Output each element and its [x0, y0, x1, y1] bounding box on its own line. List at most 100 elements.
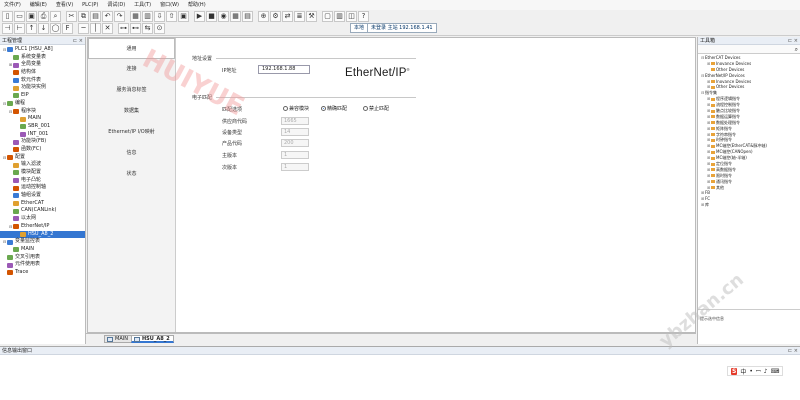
tree-item[interactable]: EtherCAT	[0, 200, 85, 208]
tree-item[interactable]: MAIN	[0, 115, 85, 123]
tree-item[interactable]: ⊟ 变量监控表	[0, 238, 85, 246]
contact-p-icon[interactable]: ↑	[26, 23, 37, 34]
download-icon[interactable]: ⇩	[154, 11, 165, 22]
menu-window[interactable]: 窗口(W)	[160, 0, 179, 10]
search-icon[interactable]: ⌕	[795, 46, 798, 54]
config-nav-item[interactable]: 状态	[88, 164, 175, 185]
ime-logo-icon[interactable]: S	[731, 367, 738, 375]
radio-compatible[interactable]: 兼容模块	[283, 105, 309, 112]
tree-item[interactable]: 运动控制轴	[0, 184, 85, 192]
tab-hsu-a8-2[interactable]: HSU_A8_2	[131, 335, 174, 343]
ime-punct-icon[interactable]: •	[749, 368, 753, 375]
tree-item[interactable]: Trace	[0, 269, 85, 277]
mode-indicator[interactable]: 本地	[350, 23, 369, 33]
tree-item[interactable]: EIP	[0, 92, 85, 100]
online-icon[interactable]: ⊶	[118, 23, 129, 34]
tree-item[interactable]: SBR_001	[0, 123, 85, 131]
cross-ref-icon[interactable]: ⇄	[282, 11, 293, 22]
tree-item[interactable]: CAN(CANLink)	[0, 207, 85, 215]
paste-icon[interactable]: ▤	[90, 11, 101, 22]
build-icon[interactable]: ▥	[142, 11, 153, 22]
delete-line-icon[interactable]: ✕	[102, 23, 113, 34]
menu-debug[interactable]: 调试(D)	[107, 0, 125, 10]
tree-item[interactable]: 元件使用表	[0, 261, 85, 269]
save-icon[interactable]: ▣	[26, 11, 37, 22]
config-nav-item[interactable]: 信息	[88, 143, 175, 164]
compile-icon[interactable]: ▦	[130, 11, 141, 22]
list-icon[interactable]: ≣	[294, 11, 305, 22]
ime-mode-icon[interactable]: 中	[740, 367, 746, 376]
contact-nc-icon[interactable]: ⊢	[14, 23, 25, 34]
tree-item[interactable]: ⊞ 全局变量	[0, 61, 85, 69]
table-icon[interactable]: ▤	[242, 11, 253, 22]
memory-save-icon[interactable]: ▣	[178, 11, 189, 22]
tree-item[interactable]: MAIN	[0, 246, 85, 254]
menu-tools[interactable]: 工具(T)	[134, 0, 151, 10]
tree-item[interactable]: HSU_A8_2	[0, 230, 85, 239]
tree-item[interactable]: 交叉引用表	[0, 254, 85, 262]
layout-icon[interactable]: ▥	[334, 11, 345, 22]
function-icon[interactable]: F	[62, 23, 73, 34]
tree-item[interactable]: ⊟ 编程	[0, 100, 85, 108]
config-nav-item[interactable]: 连接	[88, 59, 175, 80]
toolbox-search-input[interactable]: ⌕	[698, 45, 800, 54]
ime-voice-icon[interactable]: ♪	[764, 368, 768, 375]
tree-item[interactable]: 函数(FC)	[0, 146, 85, 154]
run-icon[interactable]: ▶	[194, 11, 205, 22]
radio-exact[interactable]: 精确匹配	[321, 105, 347, 112]
toolbox-item[interactable]: ⊞库	[698, 202, 800, 208]
contact-no-icon[interactable]: ⊣	[2, 23, 13, 34]
tree-item[interactable]: ⊟ EtherNet/IP	[0, 223, 85, 231]
tree-item[interactable]: ⊟ PLC1 [HSU_A8]	[0, 46, 85, 54]
pin-icon[interactable]: ⊏ ×	[73, 37, 85, 44]
hline-icon[interactable]: ─	[78, 23, 89, 34]
tree-item[interactable]: 输入滤波	[0, 161, 85, 169]
menu-file[interactable]: 文件(F)	[4, 0, 21, 10]
upload-icon[interactable]: ⇧	[166, 11, 177, 22]
tree-item[interactable]: 功能块实例	[0, 84, 85, 92]
connection-status[interactable]: 未登录 主站 192.168.1.41	[367, 23, 437, 33]
open-folder-icon[interactable]: ▭	[14, 11, 25, 22]
contact-n-icon[interactable]: ↓	[38, 23, 49, 34]
scan-icon[interactable]: ⊙	[154, 23, 165, 34]
coil-icon[interactable]: ◯	[50, 23, 61, 34]
pin-icon[interactable]: ⊏ ×	[788, 37, 800, 44]
diagnose-icon[interactable]: ⊕	[258, 11, 269, 22]
wrench-icon[interactable]: ⚒	[306, 11, 317, 22]
tree-item[interactable]: 结构体	[0, 69, 85, 77]
tree-item[interactable]: 轴组设置	[0, 192, 85, 200]
menu-view[interactable]: 查看(V)	[56, 0, 73, 10]
stop-icon[interactable]: ■	[206, 11, 217, 22]
ime-width-icon[interactable]: ꟷ	[756, 367, 761, 375]
split-icon[interactable]: ◫	[346, 11, 357, 22]
tree-item[interactable]: 系统变量表	[0, 54, 85, 62]
config-nav-item[interactable]: 服务消息标签	[88, 80, 175, 101]
tab-main[interactable]: MAIN	[104, 335, 132, 343]
tree-item[interactable]: ⊟ 程序块	[0, 108, 85, 116]
menu-help[interactable]: 帮助(H)	[188, 0, 206, 10]
print-icon[interactable]: ⎙	[38, 11, 49, 22]
offline-icon[interactable]: ⊷	[130, 23, 141, 34]
ime-keyboard-icon[interactable]: ⌨	[771, 368, 780, 375]
comm-icon[interactable]: ⇆	[142, 23, 153, 34]
tree-item[interactable]: ⊟ 配置	[0, 154, 85, 162]
radio-disable[interactable]: 禁止匹配	[363, 105, 389, 112]
monitor-icon[interactable]: ◉	[218, 11, 229, 22]
pin-icon[interactable]: ⊏ ×	[788, 347, 800, 354]
new-file-icon[interactable]: ▯	[2, 11, 13, 22]
cut-icon[interactable]: ✂	[66, 11, 77, 22]
config-nav-item[interactable]: Ethernet/IP I/O映射	[88, 122, 175, 143]
tree-item[interactable]: 功能块(FB)	[0, 138, 85, 146]
menu-edit[interactable]: 编辑(E)	[30, 0, 47, 10]
window-icon[interactable]: ▢	[322, 11, 333, 22]
vline-icon[interactable]: │	[90, 23, 101, 34]
config-nav-item[interactable]: 通用	[88, 38, 175, 59]
ip-address-input[interactable]: 192.168.1.88	[258, 65, 310, 74]
undo-icon[interactable]: ↶	[102, 11, 113, 22]
grid-icon[interactable]: ▦	[230, 11, 241, 22]
copy-icon[interactable]: ⧉	[78, 11, 89, 22]
config-nav-item[interactable]: 数据集	[88, 101, 175, 122]
tree-item[interactable]: 以太网	[0, 215, 85, 223]
search-icon[interactable]: ⌕	[50, 11, 61, 22]
menu-plc[interactable]: PLC(P)	[82, 0, 98, 10]
